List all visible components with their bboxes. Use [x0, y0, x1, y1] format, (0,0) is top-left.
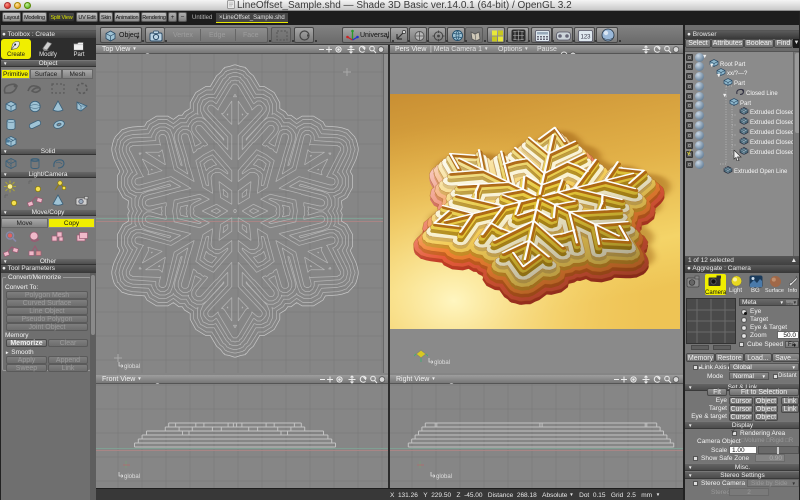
svg-text:123: 123 — [580, 35, 591, 41]
